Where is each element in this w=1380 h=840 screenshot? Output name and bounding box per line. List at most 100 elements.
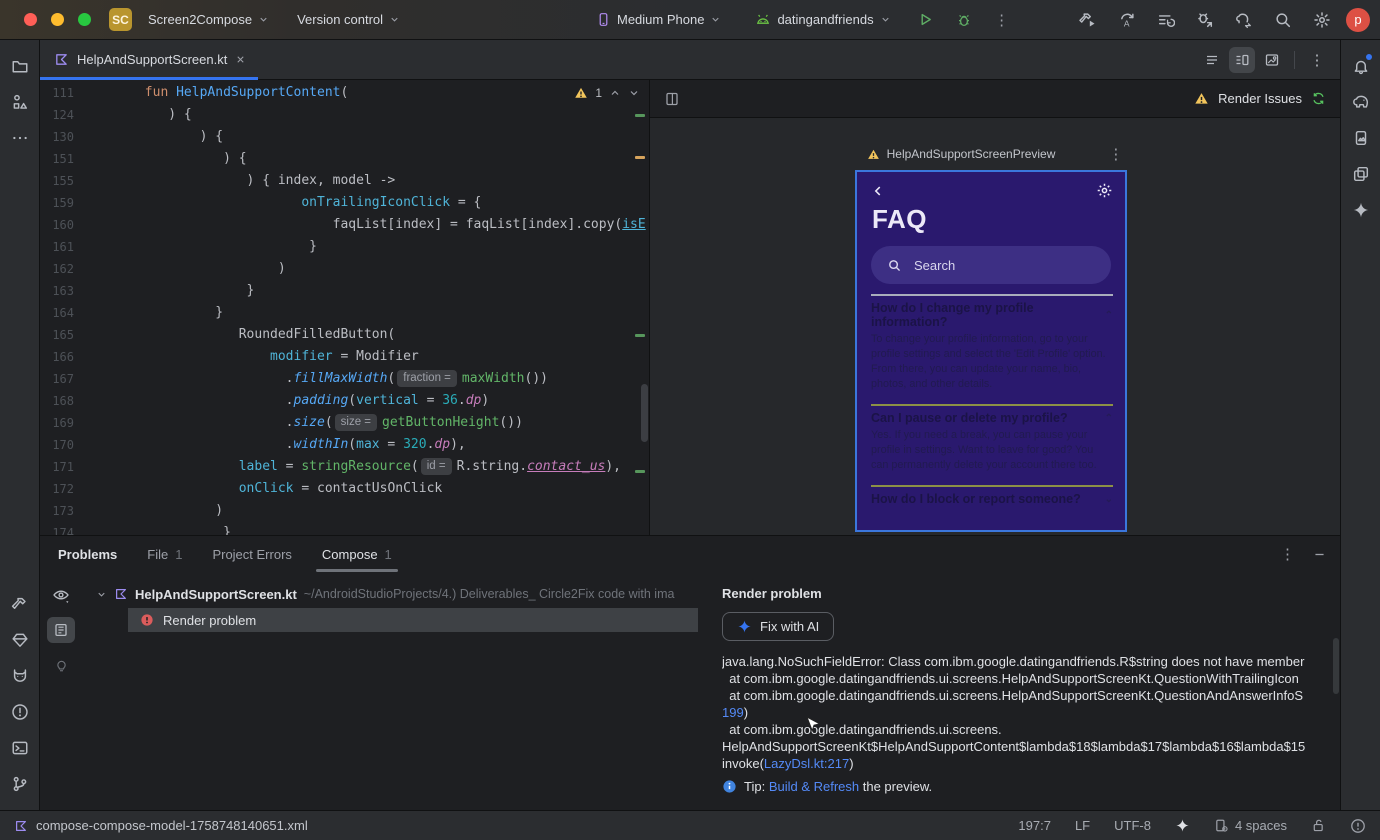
apply-changes-icon[interactable]: A	[1112, 7, 1142, 33]
expand-chevron-icon[interactable]	[96, 589, 107, 600]
logcat-cat-icon[interactable]	[4, 660, 36, 692]
gemini-sparkle-icon[interactable]	[1345, 194, 1377, 226]
panel-tab-compose[interactable]: Compose 1	[315, 536, 398, 572]
stack-trace-link[interactable]: 199	[722, 705, 744, 720]
editor-tab[interactable]: HelpAndSupportScreen.kt	[40, 40, 259, 80]
code-text[interactable]: ) { index, model ->	[90, 170, 648, 192]
lightbulb-icon[interactable]	[47, 652, 75, 678]
code-text[interactable]: .padding(vertical = 36.dp)	[90, 390, 648, 412]
code-view-icon[interactable]	[1199, 47, 1225, 73]
run-button[interactable]	[911, 7, 941, 33]
code-line-169[interactable]: 169 .size(size = getButtonHeight())	[40, 412, 648, 434]
code-text[interactable]: onClick = contactUsOnClick	[90, 478, 648, 500]
code-text[interactable]: faqList[index] = faqList[index].copy(isE	[90, 214, 648, 236]
line-number[interactable]: 155	[40, 170, 90, 192]
line-separator[interactable]: LF	[1075, 818, 1090, 833]
code-text[interactable]: }	[90, 280, 648, 302]
notifications-bell-icon[interactable]	[1345, 50, 1377, 82]
code-line-168[interactable]: 168 .padding(vertical = 36.dp)	[40, 390, 648, 412]
apply-code-changes-icon[interactable]	[1151, 7, 1181, 33]
line-number[interactable]: 170	[40, 434, 90, 456]
run-more-options-icon[interactable]: ⋮	[987, 7, 1017, 33]
code-line-172[interactable]: 172 onClick = contactUsOnClick	[40, 478, 648, 500]
code-text[interactable]: ) {	[90, 148, 648, 170]
problems-circle-icon[interactable]	[4, 696, 36, 728]
stack-trace-link[interactable]: LazyDsl.kt:217	[764, 756, 849, 771]
git-branch-icon[interactable]	[4, 768, 36, 800]
line-number[interactable]: 111	[40, 82, 90, 104]
code-line-173[interactable]: 173 )	[40, 500, 648, 522]
code-line-151[interactable]: 151 ) {	[40, 148, 648, 170]
editor-more-options-icon[interactable]: ⋮	[1304, 47, 1330, 73]
notifications-status-icon[interactable]	[1350, 818, 1366, 834]
panel-tab-project-errors[interactable]: Project Errors	[212, 536, 291, 572]
close-tab-icon[interactable]	[235, 54, 246, 65]
code-text[interactable]: label = stringResource(id = R.string.cont…	[90, 456, 648, 478]
code-text[interactable]: .size(size = getButtonHeight())	[90, 412, 648, 434]
code-text[interactable]: .fillMaxWidth(fraction = maxWidth())	[90, 368, 648, 390]
code-line-174[interactable]: 174 }	[40, 522, 648, 535]
preview-name[interactable]: HelpAndSupportScreenPreview	[887, 147, 1056, 161]
build-hammer-icon[interactable]	[4, 588, 36, 620]
settings-icon[interactable]	[1307, 7, 1337, 33]
code-line-167[interactable]: 167 .fillMaxWidth(fraction = maxWidth())	[40, 368, 648, 390]
line-number[interactable]: 161	[40, 236, 90, 258]
line-number[interactable]: 168	[40, 390, 90, 412]
preview-more-options-icon[interactable]: ⋮	[1108, 145, 1123, 163]
line-number[interactable]: 151	[40, 148, 90, 170]
preview-layout-icon[interactable]	[664, 91, 680, 107]
unlock-icon[interactable]	[1311, 818, 1326, 833]
vcs-menu[interactable]: Version control	[297, 12, 400, 27]
user-avatar[interactable]: p	[1346, 7, 1370, 32]
split-view-icon[interactable]	[1229, 47, 1255, 73]
gem-icon[interactable]	[4, 624, 36, 656]
view-options-eye-icon[interactable]	[47, 582, 75, 608]
detail-scrollbar[interactable]	[1333, 638, 1339, 694]
code-editor[interactable]: 111 fun HelpAndSupportContent(124 ) {130…	[40, 80, 648, 535]
code-line-130[interactable]: 130 ) {	[40, 126, 648, 148]
gradle-sync-icon[interactable]	[1229, 7, 1259, 33]
folder-icon[interactable]	[4, 50, 36, 82]
code-text[interactable]: }	[90, 302, 648, 324]
code-text[interactable]: ) {	[90, 126, 648, 148]
details-view-icon[interactable]	[47, 617, 75, 643]
line-number[interactable]: 159	[40, 192, 90, 214]
code-line-164[interactable]: 164 }	[40, 302, 648, 324]
phone-preview-frame[interactable]: FAQ Search How do I change my profile in…	[855, 170, 1127, 532]
line-number[interactable]: 164	[40, 302, 90, 324]
code-text[interactable]: .widthIn(max = 320.dp),	[90, 434, 648, 456]
running-devices-icon[interactable]	[1345, 122, 1377, 154]
build-run-icon[interactable]	[1073, 7, 1103, 33]
code-line-124[interactable]: 124 ) {	[40, 104, 648, 126]
attach-debugger-icon[interactable]	[1190, 7, 1220, 33]
design-view-icon[interactable]	[1259, 47, 1285, 73]
indent-config[interactable]: 4 spaces	[1214, 818, 1287, 833]
code-line-111[interactable]: 111 fun HelpAndSupportContent(	[40, 82, 648, 104]
code-text[interactable]: }	[90, 236, 648, 258]
line-number[interactable]: 160	[40, 214, 90, 236]
gradle-elephant-icon[interactable]	[1345, 86, 1377, 118]
minimize-window-button[interactable]	[51, 13, 64, 26]
terminal-icon[interactable]	[4, 732, 36, 764]
problem-file-row[interactable]: HelpAndSupportScreen.kt ~/AndroidStudioP…	[82, 582, 710, 606]
build-refresh-link[interactable]: Build & Refresh	[769, 779, 859, 794]
structure-icon[interactable]	[4, 86, 36, 118]
panel-title-problems[interactable]: Problems	[58, 536, 117, 572]
code-line-160[interactable]: 160 faqList[index] = faqList[index].copy…	[40, 214, 648, 236]
code-text[interactable]: modifier = Modifier	[90, 346, 648, 368]
code-line-159[interactable]: 159 onTrailingIconClick = {	[40, 192, 648, 214]
device-selector[interactable]: Medium Phone	[596, 12, 721, 27]
line-number[interactable]: 162	[40, 258, 90, 280]
code-line-155[interactable]: 155 ) { index, model ->	[40, 170, 648, 192]
code-line-170[interactable]: 170 .widthIn(max = 320.dp),	[40, 434, 648, 456]
next-problem-icon[interactable]	[628, 87, 640, 99]
panel-tab-file[interactable]: File 1	[147, 536, 182, 572]
line-number[interactable]: 167	[40, 368, 90, 390]
code-line-171[interactable]: 171 label = stringResource(id = R.string.…	[40, 456, 648, 478]
project-menu[interactable]: Screen2Compose	[148, 12, 269, 27]
code-line-162[interactable]: 162 )	[40, 258, 648, 280]
code-text[interactable]: ) {	[90, 104, 648, 126]
hide-panel-icon[interactable]	[1313, 548, 1326, 561]
code-line-161[interactable]: 161 }	[40, 236, 648, 258]
line-number[interactable]: 171	[40, 456, 90, 478]
